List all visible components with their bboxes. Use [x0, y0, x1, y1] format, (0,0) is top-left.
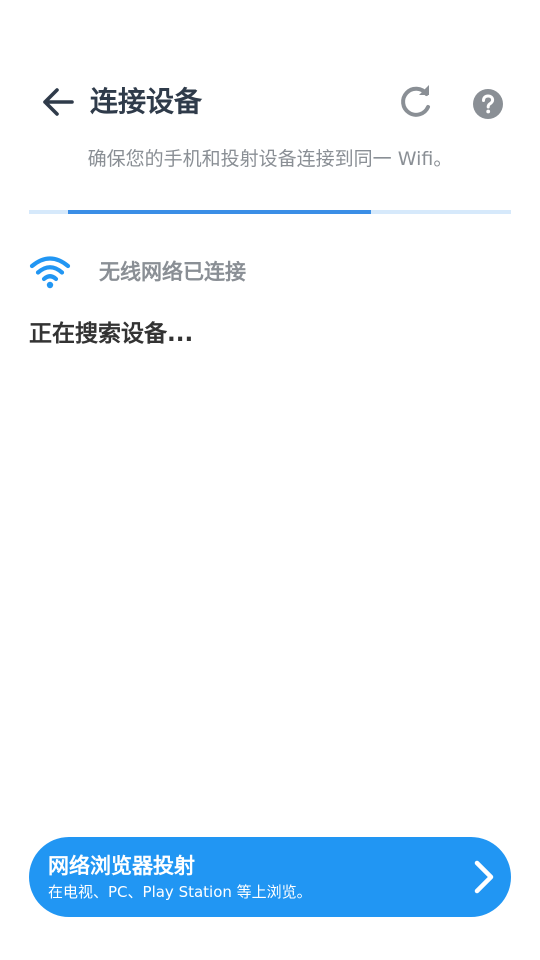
wifi-status: 无线网络已连接 [29, 252, 509, 292]
refresh-button[interactable] [396, 82, 436, 122]
browser-cast-button[interactable]: 网络浏览器投射 在电视、PC、Play Station 等上浏览。 [29, 837, 511, 917]
search-progress-fill [67, 210, 372, 214]
connect-device-screen: 连接设备 确保您的手机和投射设备连接到同一 Wifi。 无线网络已连接 正在搜索… [0, 0, 540, 960]
wifi-status-label: 无线网络已连接 [99, 260, 246, 284]
search-progress-bar [29, 210, 511, 214]
chevron-right-icon [474, 860, 494, 894]
refresh-icon [401, 85, 430, 117]
browser-cast-title: 网络浏览器投射 [48, 854, 195, 878]
arrow-left-icon [43, 88, 74, 116]
help-button[interactable] [470, 86, 506, 122]
searching-status: 正在搜索设备... [29, 321, 194, 347]
page-title: 连接设备 [90, 85, 203, 118]
back-button[interactable] [36, 84, 80, 120]
browser-cast-description: 在电视、PC、Play Station 等上浏览。 [48, 883, 312, 901]
instruction-text: 确保您的手机和投射设备连接到同一 Wifi。 [87, 148, 453, 170]
header: 连接设备 [0, 72, 540, 132]
help-circle-icon [473, 89, 503, 119]
wifi-icon [29, 256, 71, 289]
